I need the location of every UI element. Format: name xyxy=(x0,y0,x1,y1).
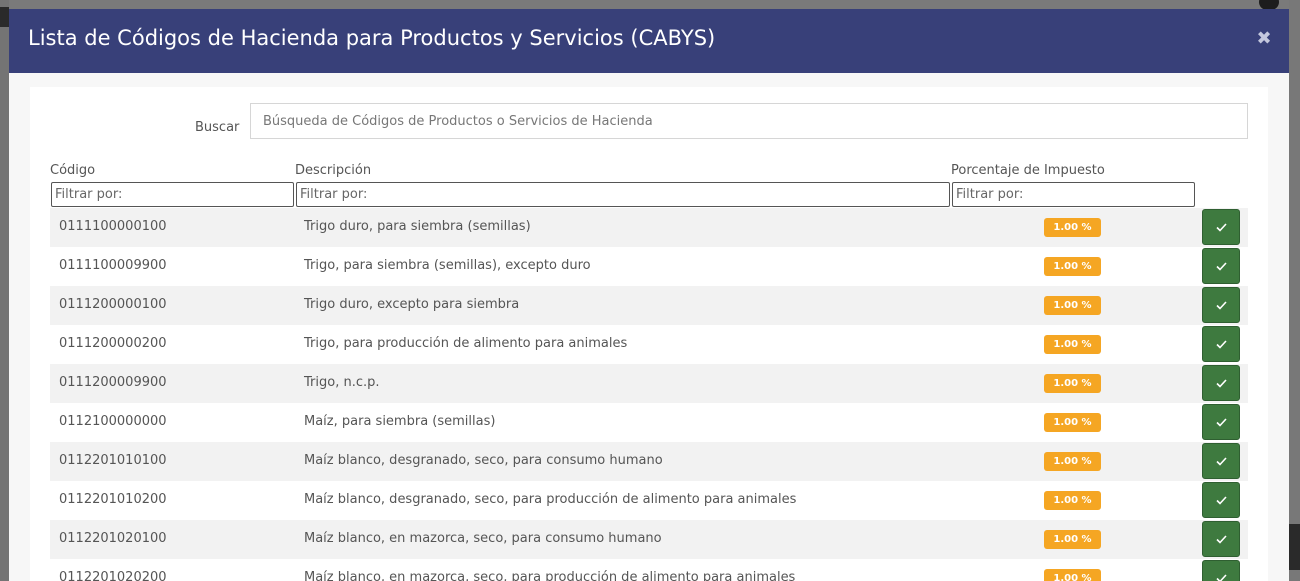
table-row: 0111200000100 Trigo duro, excepto para s… xyxy=(50,286,1248,325)
select-code-button[interactable] xyxy=(1202,287,1240,323)
column-header-description[interactable]: Descripción xyxy=(295,163,371,178)
page-backdrop-right xyxy=(1289,0,1300,581)
check-icon xyxy=(1216,574,1227,581)
check-icon xyxy=(1216,418,1227,427)
cabys-modal: Lista de Códigos de Hacienda para Produc… xyxy=(9,9,1289,581)
tax-badge: 1.00 % xyxy=(1044,413,1101,432)
select-code-button[interactable] xyxy=(1202,482,1240,518)
select-code-button[interactable] xyxy=(1202,248,1240,284)
description-cell: Maíz blanco, desgranado, seco, para cons… xyxy=(304,453,663,468)
code-cell: 0112201010100 xyxy=(59,453,167,468)
description-cell: Maíz blanco, desgranado, seco, para prod… xyxy=(304,492,797,507)
code-cell: 0112201020100 xyxy=(59,531,167,546)
modal-title: Lista de Códigos de Hacienda para Produc… xyxy=(28,26,716,50)
modal-header: Lista de Códigos de Hacienda para Produc… xyxy=(9,9,1289,73)
table-row: 0112100000000 Maíz, para siembra (semill… xyxy=(50,403,1248,442)
table-row: 0111100000100 Trigo duro, para siembra (… xyxy=(50,208,1248,247)
table-row: 0111100009900 Trigo, para siembra (semil… xyxy=(50,247,1248,286)
code-cell: 0111200000100 xyxy=(59,297,167,312)
check-icon xyxy=(1216,223,1227,232)
column-header-tax-percentage[interactable]: Porcentaje de Impuesto xyxy=(951,163,1105,178)
tax-badge: 1.00 % xyxy=(1044,257,1101,276)
close-icon[interactable]: ✖ xyxy=(1255,30,1273,48)
filter-code-input[interactable] xyxy=(51,182,294,207)
check-icon xyxy=(1216,379,1227,388)
table-row: 0111200000200 Trigo, para producción de … xyxy=(50,325,1248,364)
code-cell: 0112100000000 xyxy=(59,414,167,429)
description-cell: Trigo, n.c.p. xyxy=(304,375,380,390)
description-cell: Maíz blanco, en mazorca, seco, para prod… xyxy=(304,570,796,581)
column-header-code[interactable]: Código xyxy=(50,163,95,178)
tax-badge: 1.00 % xyxy=(1044,296,1101,315)
table-row: 0112201010200 Maíz blanco, desgranado, s… xyxy=(50,481,1248,520)
code-cell: 0111100000100 xyxy=(59,219,167,234)
description-cell: Maíz blanco, en mazorca, seco, para cons… xyxy=(304,531,662,546)
table-row: 0112201010100 Maíz blanco, desgranado, s… xyxy=(50,442,1248,481)
tax-badge: 1.00 % xyxy=(1044,530,1101,549)
cabys-table-body: 0111100000100 Trigo duro, para siembra (… xyxy=(50,208,1248,581)
filter-tax-input[interactable] xyxy=(952,182,1195,207)
tax-badge: 1.00 % xyxy=(1044,452,1101,471)
check-icon xyxy=(1216,340,1227,349)
description-cell: Trigo, para producción de alimento para … xyxy=(304,336,628,351)
tax-badge: 1.00 % xyxy=(1044,569,1101,581)
select-code-button[interactable] xyxy=(1202,560,1240,581)
tax-badge: 1.00 % xyxy=(1044,218,1101,237)
check-icon xyxy=(1216,496,1227,505)
check-icon xyxy=(1216,301,1227,310)
code-cell: 0112201020200 xyxy=(59,570,167,581)
check-icon xyxy=(1216,535,1227,544)
select-code-button[interactable] xyxy=(1202,209,1240,245)
select-code-button[interactable] xyxy=(1202,443,1240,479)
tax-badge: 1.00 % xyxy=(1044,491,1101,510)
tax-badge: 1.00 % xyxy=(1044,374,1101,393)
modal-body: Buscar Código Descripción Porcentaje de … xyxy=(30,87,1268,581)
table-row: 0112201020100 Maíz blanco, en mazorca, s… xyxy=(50,520,1248,559)
check-icon xyxy=(1216,457,1227,466)
search-label: Buscar xyxy=(195,120,240,135)
description-cell: Trigo, para siembra (semillas), excepto … xyxy=(304,258,591,273)
check-icon xyxy=(1216,262,1227,271)
table-row: 0111200009900 Trigo, n.c.p. 1.00 % xyxy=(50,364,1248,403)
background-app-logo-fragment xyxy=(0,7,9,27)
code-cell: 0111200000200 xyxy=(59,336,167,351)
search-input[interactable] xyxy=(250,103,1248,139)
select-code-button[interactable] xyxy=(1202,326,1240,362)
select-code-button[interactable] xyxy=(1202,365,1240,401)
page-backdrop-left xyxy=(0,0,9,581)
code-cell: 0112201010200 xyxy=(59,492,167,507)
description-cell: Trigo duro, excepto para siembra xyxy=(304,297,520,312)
code-cell: 0111200009900 xyxy=(59,375,167,390)
table-row: 0112201020200 Maíz blanco, en mazorca, s… xyxy=(50,559,1248,581)
tax-badge: 1.00 % xyxy=(1044,335,1101,354)
select-code-button[interactable] xyxy=(1202,404,1240,440)
filter-description-input[interactable] xyxy=(296,182,950,207)
description-cell: Trigo duro, para siembra (semillas) xyxy=(304,219,531,234)
page-backdrop xyxy=(0,0,1300,9)
select-code-button[interactable] xyxy=(1202,521,1240,557)
description-cell: Maíz, para siembra (semillas) xyxy=(304,414,496,429)
code-cell: 0111100009900 xyxy=(59,258,167,273)
